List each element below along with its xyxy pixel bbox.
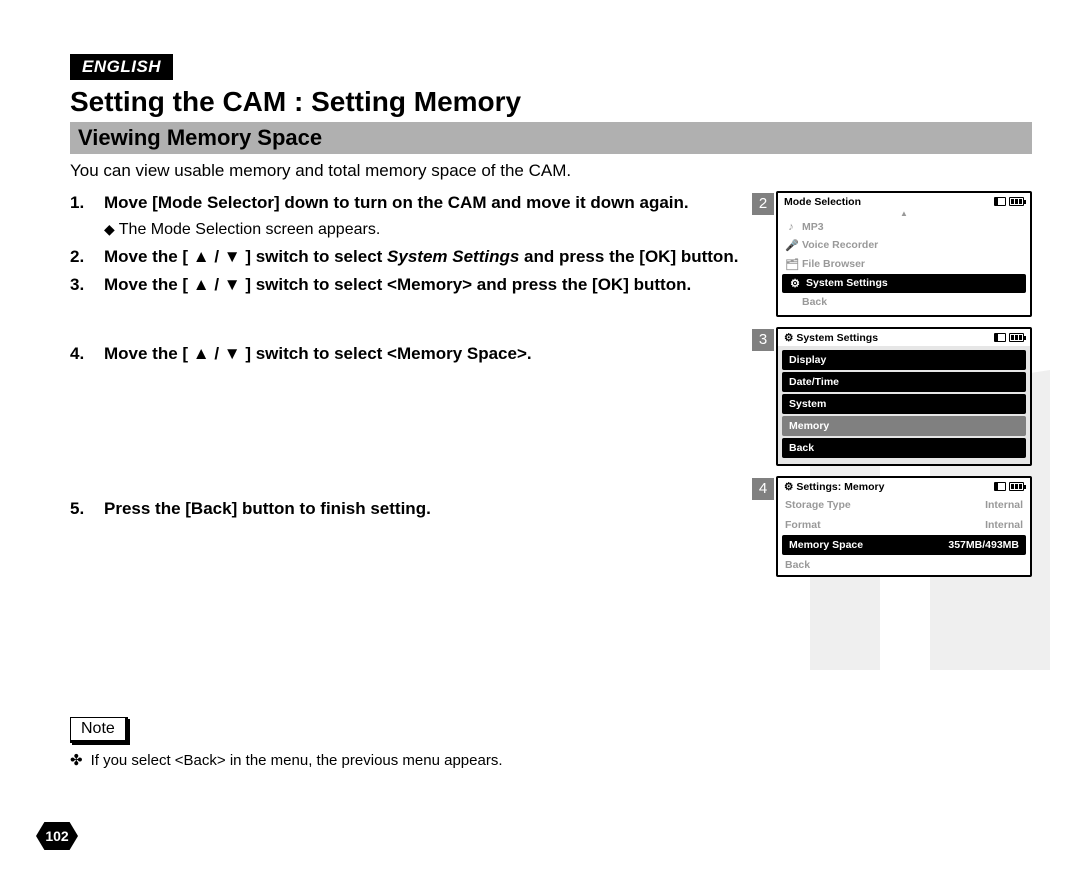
step-number: 5. bbox=[70, 497, 104, 522]
step-main: Press the [Back] button to finish settin… bbox=[104, 497, 770, 522]
menu-label: MP3 bbox=[802, 221, 824, 233]
memory-row-format: Format Internal bbox=[778, 515, 1030, 535]
gear-icon: ⚙ bbox=[784, 481, 793, 493]
screens-column: 2 Mode Selection ▲ ♪MP3 🎤Voice Recorder … bbox=[776, 191, 1032, 587]
step-3: 3. Move the [ ▲ / ▼ ] switch to select <… bbox=[70, 273, 770, 298]
steps-list: 1. Move [Mode Selector] down to turn on … bbox=[70, 191, 776, 587]
settings-item-date-time: Date/Time bbox=[782, 372, 1026, 392]
row-label: Memory Space bbox=[789, 539, 863, 551]
menu-label: Back bbox=[802, 296, 827, 308]
intro-text: You can view usable memory and total mem… bbox=[70, 160, 1032, 183]
mic-icon: 🎤 bbox=[785, 239, 797, 252]
step-1: 1. Move [Mode Selector] down to turn on … bbox=[70, 191, 770, 241]
step-2: 2. Move the [ ▲ / ▼ ] switch to select S… bbox=[70, 245, 770, 270]
page-number-badge: 102 bbox=[36, 822, 78, 850]
screen-step-badge: 3 bbox=[752, 329, 774, 351]
step-sub-text: The Mode Selection screen appears. bbox=[119, 221, 380, 238]
step-emphasis: System Settings bbox=[387, 247, 519, 266]
memory-card-icon bbox=[994, 333, 1006, 342]
mode-item-file-browser: 🗂 File Browser bbox=[778, 255, 1030, 274]
screen-title-text: Mode Selection bbox=[784, 196, 861, 208]
battery-icon bbox=[1009, 197, 1024, 206]
folder-icon: 🗂 bbox=[785, 258, 797, 271]
memory-row-back: Back bbox=[778, 555, 1030, 575]
step-5: 5. Press the [Back] button to finish set… bbox=[70, 497, 770, 522]
mode-item-voice: 🎤 Voice Recorder bbox=[778, 236, 1030, 255]
step-sub: ◆The Mode Selection screen appears. bbox=[104, 218, 770, 241]
settings-item-back: Back bbox=[782, 438, 1026, 458]
note-bullet-icon: ✤ bbox=[70, 752, 83, 769]
step-number: 3. bbox=[70, 273, 104, 298]
step-number: 4. bbox=[70, 342, 104, 367]
screen-settings-memory: 4 ⚙ Settings: Memory Storage TypeInterna… bbox=[776, 476, 1032, 577]
step-main: Move the [ ▲ / ▼ ] switch to select <Mem… bbox=[104, 342, 770, 367]
settings-item-system: System bbox=[782, 394, 1026, 414]
menu-label: System Settings bbox=[806, 277, 888, 289]
scroll-up-icon: ▲ bbox=[778, 209, 1030, 218]
gear-icon: ⚙ bbox=[784, 332, 793, 344]
mode-item-mp3: ♪ MP3 bbox=[778, 218, 1030, 236]
step-main: Move [Mode Selector] down to turn on the… bbox=[104, 191, 770, 216]
menu-label: Voice Recorder bbox=[802, 239, 878, 251]
section-title: Viewing Memory Space bbox=[70, 122, 1032, 154]
row-label: Back bbox=[785, 559, 810, 571]
memory-card-icon bbox=[994, 197, 1006, 206]
note-text: ✤ If you select <Back> in the menu, the p… bbox=[70, 751, 1032, 769]
mode-item-back: Back bbox=[778, 293, 1030, 311]
row-label: Format bbox=[785, 519, 821, 531]
memory-card-icon bbox=[994, 482, 1006, 491]
row-label: Storage Type bbox=[785, 499, 851, 511]
battery-icon bbox=[1009, 333, 1024, 342]
mode-item-system-settings: ⚙ System Settings bbox=[782, 274, 1026, 293]
screen-system-settings: 3 ⚙ System Settings Display Date/Time Sy… bbox=[776, 327, 1032, 466]
step-text: Move the [ ▲ / ▼ ] switch to select bbox=[104, 247, 387, 266]
screen-mode-selection: 2 Mode Selection ▲ ♪MP3 🎤Voice Recorder … bbox=[776, 191, 1032, 317]
settings-item-display: Display bbox=[782, 350, 1026, 370]
step-4: 4. Move the [ ▲ / ▼ ] switch to select <… bbox=[70, 342, 770, 367]
battery-icon bbox=[1009, 482, 1024, 491]
screen-title-text: System Settings bbox=[796, 332, 878, 344]
language-badge: ENGLISH bbox=[70, 54, 173, 80]
screen-step-badge: 4 bbox=[752, 478, 774, 500]
note-body: If you select <Back> in the menu, the pr… bbox=[91, 752, 503, 769]
bullet-diamond-icon: ◆ bbox=[104, 221, 115, 237]
screen-step-badge: 2 bbox=[752, 193, 774, 215]
memory-row-storage-type: Storage Type Internal bbox=[778, 495, 1030, 515]
step-main: Move the [ ▲ / ▼ ] switch to select <Mem… bbox=[104, 273, 770, 298]
gear-icon: ⚙ bbox=[789, 277, 801, 290]
step-main: Move the [ ▲ / ▼ ] switch to select Syst… bbox=[104, 245, 770, 270]
row-value: Internal bbox=[985, 499, 1023, 511]
row-value: Internal bbox=[985, 519, 1023, 531]
screen-title-text: Settings: Memory bbox=[796, 481, 884, 493]
memory-row-memory-space: Memory Space 357MB/493MB bbox=[782, 535, 1026, 555]
menu-label: File Browser bbox=[802, 258, 865, 270]
row-value: 357MB/493MB bbox=[948, 539, 1019, 551]
music-icon: ♪ bbox=[785, 221, 797, 233]
step-text: and press the [OK] button. bbox=[519, 247, 738, 266]
note-heading: Note bbox=[70, 717, 128, 743]
manual-page: ENGLISH Setting the CAM : Setting Memory… bbox=[0, 0, 1080, 880]
step-number: 2. bbox=[70, 245, 104, 270]
step-number: 1. bbox=[70, 191, 104, 241]
settings-item-memory: Memory bbox=[782, 416, 1026, 436]
page-title: Setting the CAM : Setting Memory bbox=[70, 86, 1032, 118]
